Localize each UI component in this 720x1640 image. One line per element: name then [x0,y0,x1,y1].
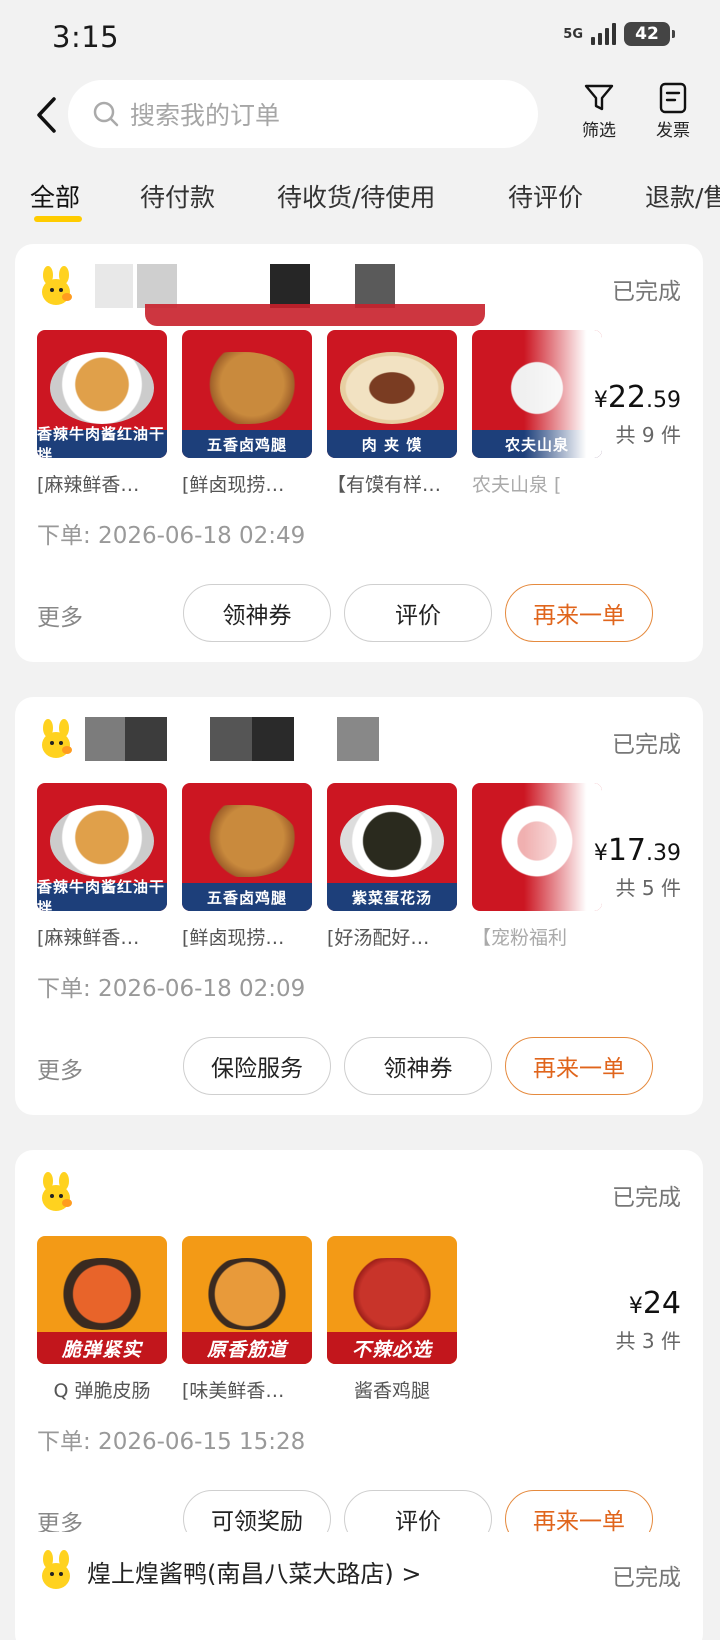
header: 搜索我的订单 筛选 发票 [0,76,720,152]
mascot-logo-icon [42,719,72,758]
tab-pending-review[interactable]: 待评价 [508,178,583,214]
product-name: [鲜卤现捞… [182,474,285,496]
signal-icon [591,23,616,45]
product-name: [鲜卤现捞… [182,927,285,949]
item-count: 共 5 件 [615,876,681,900]
product-image[interactable] [472,783,602,911]
invoice-icon [659,82,687,114]
review-button[interactable]: 评价 [344,584,492,642]
shop-name-obscured[interactable] [85,264,495,326]
reorder-button[interactable]: 再来一单 [505,584,653,642]
search-icon [93,101,119,127]
product-thumbnails[interactable]: 脆弹紧实 原香筋道 不辣必选 [37,1236,457,1364]
search-placeholder: 搜索我的订单 [130,101,281,130]
product-thumbnails[interactable]: 香辣牛肉酱红油干拌 五香卤鸡腿 紫菜蛋花汤 [37,783,602,911]
product-image[interactable]: 原香筋道 [182,1236,312,1364]
search-input[interactable]: 搜索我的订单 [68,80,538,148]
shop-name[interactable]: 煌上煌酱鸭(南昌八菜大路店) > [87,1554,421,1589]
order-card[interactable]: 已完成 脆弹紧实 原香筋道 不辣必选 Q 弹脆皮肠 [味美鲜香… 酱香鸡腿 ¥2… [15,1150,703,1568]
product-image[interactable]: 脆弹紧实 [37,1236,167,1364]
product-name: 【有馍有样… [327,474,442,496]
order-status: 已完成 [612,279,681,305]
order-price: ¥22.59 [593,380,681,415]
back-button[interactable] [26,90,66,140]
order-card[interactable]: 已完成 香辣牛肉酱红油干拌 五香卤鸡腿 肉 夹 馍 农夫山泉 [麻辣鲜香… [鲜… [15,244,703,662]
item-count: 共 9 件 [615,423,681,447]
price-block: ¥24 共 3 件 [616,1286,681,1354]
product-name: [麻辣鲜香… [37,927,140,949]
product-name: Q 弹脆皮肠 [53,1380,151,1402]
reorder-button[interactable]: 再来一单 [505,1037,653,1095]
invoice-button[interactable]: 发票 [645,82,701,141]
order-price: ¥17.39 [593,833,681,868]
product-names: [麻辣鲜香… [鲜卤现捞… [好汤配好… 【宠粉福利 [37,923,602,950]
battery-icon: 42 [624,22,675,46]
product-name: [好汤配好… [327,927,430,949]
tab-pending-payment[interactable]: 待付款 [140,178,215,214]
insurance-service-button[interactable]: 保险服务 [183,1037,331,1095]
price-block: ¥17.39 共 5 件 [594,833,681,901]
get-coupon-button[interactable]: 领神券 [344,1037,492,1095]
product-thumbnails[interactable]: 香辣牛肉酱红油干拌 五香卤鸡腿 肉 夹 馍 农夫山泉 [37,330,602,458]
status-icons: 5G 42 [563,22,675,46]
price-block: ¥22.59 共 9 件 [594,380,681,448]
order-price: ¥24 [628,1286,681,1321]
tab-pending-receipt[interactable]: 待收货/待使用 [277,178,435,214]
product-name: 酱香鸡腿 [353,1380,430,1402]
product-image[interactable]: 农夫山泉 [472,330,602,458]
product-names: Q 弹脆皮肠 [味美鲜香… 酱香鸡腿 [37,1376,457,1403]
item-count: 共 3 件 [615,1329,681,1353]
back-arrow-icon [37,97,56,133]
product-names: [麻辣鲜香… [鲜卤现捞… 【有馍有样… 农夫山泉 [ [37,470,602,497]
status-bar: 3:15 5G 42 [0,0,720,76]
order-card[interactable]: 已完成 香辣牛肉酱红油干拌 五香卤鸡腿 紫菜蛋花汤 [麻辣鲜香… [鲜卤现捞… … [15,697,703,1115]
product-image[interactable]: 不辣必选 [327,1236,457,1364]
order-status: 已完成 [612,1565,681,1591]
order-card[interactable]: 煌上煌酱鸭(南昌八菜大路店) > 已完成 [15,1532,703,1640]
product-image[interactable]: 五香卤鸡腿 [182,330,312,458]
order-time: 下单: 2026-06-18 02:09 [37,976,306,1002]
product-image[interactable]: 香辣牛肉酱红油干拌 [37,783,167,911]
product-name: [味美鲜香… [182,1380,285,1402]
product-image[interactable]: 五香卤鸡腿 [182,783,312,911]
product-image[interactable]: 紫菜蛋花汤 [327,783,457,911]
get-coupon-button[interactable]: 领神券 [183,584,331,642]
order-time: 下单: 2026-06-18 02:49 [37,523,306,549]
product-name: 农夫山泉 [ [472,474,562,496]
filter-icon [584,84,614,111]
product-image[interactable]: 香辣牛肉酱红油干拌 [37,330,167,458]
more-button[interactable]: 更多 [37,598,83,632]
tab-refund[interactable]: 退款/售后 [645,178,720,214]
status-time: 3:15 [52,20,120,54]
shop-name-obscured[interactable] [85,717,415,761]
active-tab-indicator [34,216,82,222]
order-status: 已完成 [612,1185,681,1211]
more-button[interactable]: 更多 [37,1051,83,1085]
tab-all[interactable]: 全部 [30,178,80,214]
product-name: 【宠粉福利 [472,927,568,949]
mascot-logo-icon [42,266,72,305]
order-tabs: 全部 待付款 待收货/待使用 待评价 退款/售后 [0,166,720,226]
product-image[interactable]: 肉 夹 馍 [327,330,457,458]
mascot-logo-icon [42,1172,72,1211]
invoice-label: 发票 [656,121,690,141]
order-time: 下单: 2026-06-15 15:28 [37,1429,306,1455]
order-status: 已完成 [612,732,681,758]
network-5g-icon: 5G [563,26,583,42]
product-name: [麻辣鲜香… [37,474,140,496]
filter-button[interactable]: 筛选 [571,82,627,141]
mascot-logo-icon [42,1550,70,1589]
filter-label: 筛选 [582,121,616,141]
